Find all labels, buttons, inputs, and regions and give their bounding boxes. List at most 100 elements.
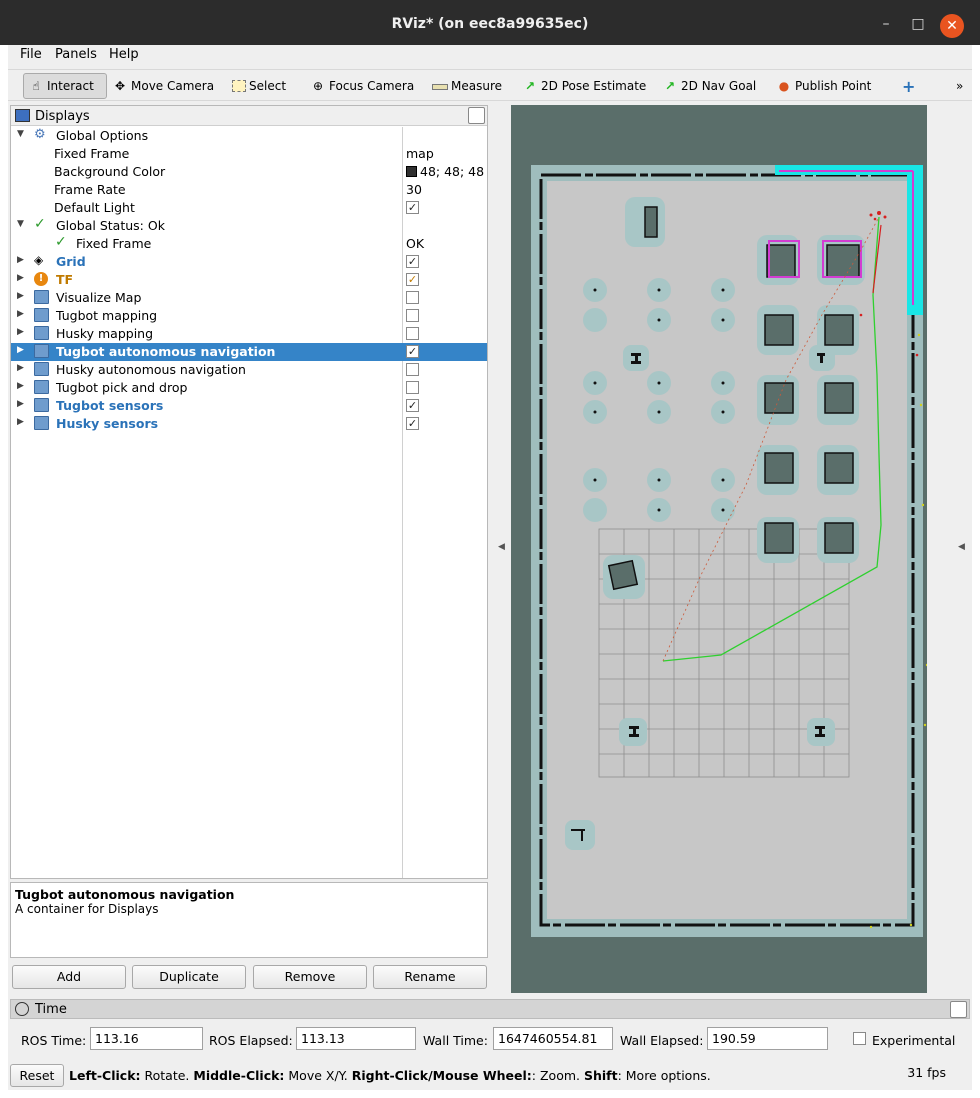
tool-publish-point[interactable]: ● Publish Point (776, 73, 872, 99)
undock-button[interactable] (950, 1001, 967, 1018)
tree-row-fixed-frame[interactable]: Fixed Frame map (11, 145, 487, 163)
tool-label: 2D Pose Estimate (541, 79, 647, 93)
hint-text: : More options. (617, 1068, 711, 1083)
folder-icon (34, 362, 49, 376)
expand-arrow-icon[interactable]: ▶ (17, 399, 24, 409)
color-text: 48; 48; 48 (420, 164, 485, 179)
tree-row-visualize-map[interactable]: ▶ Visualize Map (11, 289, 487, 307)
tree-row-tugbot-mapping[interactable]: ▶ Tugbot mapping (11, 307, 487, 325)
tree-row-global-status[interactable]: ▼ ✓ Global Status: Ok (11, 216, 487, 235)
property-value[interactable]: map (406, 146, 434, 161)
property-label: Fixed Frame (54, 146, 130, 161)
tree-row-husky-sensors[interactable]: ▶ Husky sensors ✓ (11, 415, 487, 433)
expand-arrow-icon[interactable]: ▶ (17, 363, 24, 373)
tree-row-tugbot-pick-and-drop[interactable]: ▶ Tugbot pick and drop (11, 379, 487, 397)
displays-tree: ▼ ⚙ Global Options Fixed Frame map Backg… (11, 127, 487, 433)
tree-row-husky-autonomous-navigation[interactable]: ▶ Husky autonomous navigation (11, 361, 487, 379)
time-panel-header: Time (10, 999, 970, 1019)
tree-row-global-options[interactable]: ▼ ⚙ Global Options (11, 127, 487, 145)
hint-text: : Zoom. (531, 1068, 584, 1083)
menu-help[interactable]: Help (109, 47, 139, 62)
default-light-checkbox[interactable]: ✓ (406, 201, 419, 214)
tf-checkbox[interactable]: ✓ (406, 273, 419, 286)
wall-time-label: Wall Time: (423, 1033, 488, 1048)
tool-measure[interactable]: Measure (432, 73, 502, 99)
visualize-map-checkbox[interactable] (406, 291, 419, 304)
collapse-right-arrow-icon[interactable]: ◀ (958, 542, 965, 552)
add-button[interactable]: Add (12, 965, 126, 989)
menu-panels[interactable]: Panels (55, 47, 97, 62)
occupancy-map[interactable] (511, 105, 927, 993)
status-value: OK (406, 236, 425, 251)
husky-sensors-checkbox[interactable]: ✓ (406, 417, 419, 430)
tugbot-pick-and-drop-checkbox[interactable] (406, 381, 419, 394)
minimize-button[interactable]: – (876, 14, 896, 34)
tool-move-camera[interactable]: ✥ Move Camera (112, 73, 214, 99)
ros-time-field[interactable]: 113.16 (90, 1027, 203, 1050)
undock-button[interactable] (468, 107, 485, 124)
wall-time-field[interactable]: 1647460554.81 (493, 1027, 613, 1050)
tool-interact[interactable]: ☝ Interact (23, 73, 107, 99)
tool-label: Publish Point (795, 79, 872, 93)
expand-arrow-icon[interactable]: ▶ (17, 273, 24, 283)
tree-row-status-fixed-frame[interactable]: ✓ Fixed Frame OK (11, 234, 487, 253)
description-box: Tugbot autonomous navigation A container… (10, 882, 488, 958)
expand-arrow-icon[interactable]: ▶ (17, 327, 24, 337)
duplicate-button[interactable]: Duplicate (132, 965, 246, 989)
property-value[interactable]: 30 (406, 182, 422, 197)
tree-row-tf[interactable]: ▶ ! TF ✓ (11, 271, 487, 289)
tree-row-frame-rate[interactable]: Frame Rate 30 (11, 181, 487, 199)
wall-elapsed-label: Wall Elapsed: (620, 1033, 704, 1048)
experimental-checkbox[interactable] (853, 1032, 866, 1045)
displays-panel-title: Displays (35, 109, 90, 124)
reset-button[interactable]: Reset (10, 1064, 64, 1087)
tool-select[interactable]: Select (232, 73, 286, 99)
expand-arrow-icon[interactable]: ▶ (17, 255, 24, 265)
tree-row-tugbot-autonomous-navigation[interactable]: ▶ Tugbot autonomous navigation ✓ (11, 343, 487, 361)
render-viewport[interactable] (511, 105, 927, 993)
menu-file[interactable]: File (20, 47, 42, 62)
expand-arrow-icon[interactable]: ▶ (17, 345, 24, 355)
expand-arrow-icon[interactable]: ▼ (17, 219, 24, 229)
ros-elapsed-field[interactable]: 113.13 (296, 1027, 416, 1050)
tugbot-mapping-checkbox[interactable] (406, 309, 419, 322)
tool-2d-nav-goal[interactable]: ↗ 2D Nav Goal (662, 73, 756, 99)
remove-button[interactable]: Remove (253, 965, 367, 989)
focus-camera-icon: ⊕ (312, 79, 324, 93)
hand-icon: ☝ (32, 79, 40, 93)
tugbot-sensors-checkbox[interactable]: ✓ (406, 399, 419, 412)
tree-row-background-color[interactable]: Background Color 48; 48; 48 (11, 163, 487, 181)
tool-label: 2D Nav Goal (681, 79, 757, 93)
color-value[interactable]: 48; 48; 48 (406, 164, 484, 179)
expand-arrow-icon[interactable]: ▼ (17, 129, 24, 139)
tool-focus-camera[interactable]: ⊕ Focus Camera (310, 73, 414, 99)
experimental-label: Experimental (872, 1033, 956, 1048)
expand-arrow-icon[interactable]: ▶ (17, 309, 24, 319)
expand-arrow-icon[interactable]: ▶ (17, 417, 24, 427)
maximize-button[interactable]: □ (908, 14, 928, 34)
tool-label: Move Camera (131, 79, 215, 93)
collapse-left-arrow-icon[interactable]: ◀ (498, 542, 505, 552)
toolbar-overflow-button[interactable]: » (956, 73, 963, 99)
add-tool-button[interactable]: + (902, 73, 915, 99)
tree-row-default-light[interactable]: Default Light ✓ (11, 199, 487, 217)
expand-arrow-icon[interactable]: ▶ (17, 291, 24, 301)
husky-autonomous-navigation-checkbox[interactable] (406, 363, 419, 376)
tree-label: Husky mapping (56, 326, 154, 341)
checkmark-icon: ✓ (55, 234, 67, 250)
property-label: Frame Rate (54, 182, 126, 197)
grid-checkbox[interactable]: ✓ (406, 255, 419, 268)
tugbot-autonomous-navigation-checkbox[interactable]: ✓ (406, 345, 419, 358)
close-button[interactable]: ✕ (940, 14, 964, 38)
husky-mapping-checkbox[interactable] (406, 327, 419, 340)
tree-row-husky-mapping[interactable]: ▶ Husky mapping (11, 325, 487, 343)
tool-2d-pose-estimate[interactable]: ↗ 2D Pose Estimate (522, 73, 646, 99)
wall-elapsed-field[interactable]: 190.59 (707, 1027, 828, 1050)
folder-icon (34, 416, 49, 430)
tree-row-tugbot-sensors[interactable]: ▶ Tugbot sensors ✓ (11, 397, 487, 415)
tree-label: Tugbot sensors (56, 398, 164, 413)
rename-button[interactable]: Rename (373, 965, 487, 989)
expand-arrow-icon[interactable]: ▶ (17, 381, 24, 391)
tree-row-grid[interactable]: ▶ ◈ Grid ✓ (11, 253, 487, 271)
tool-label: Interact (47, 79, 94, 93)
